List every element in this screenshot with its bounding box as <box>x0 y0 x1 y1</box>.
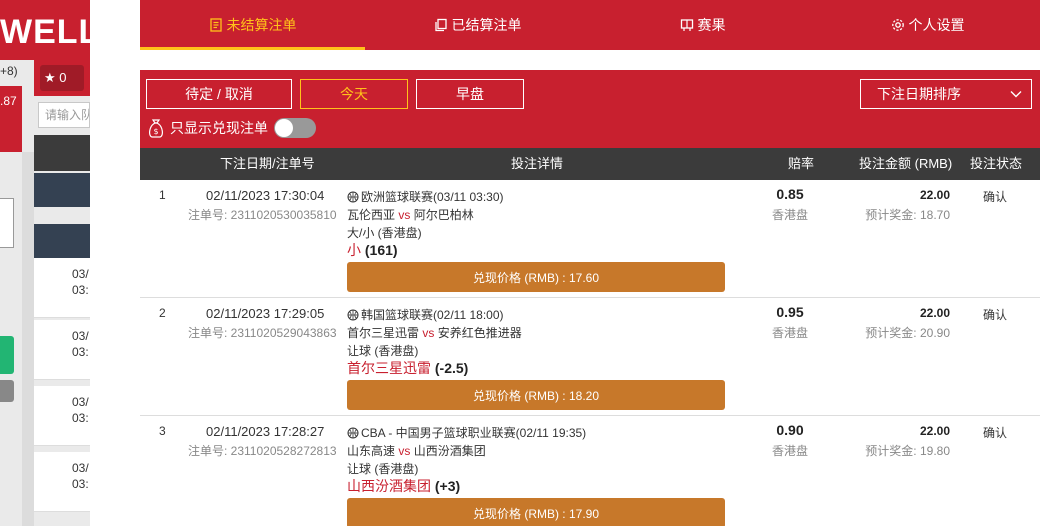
basketball-icon <box>347 427 359 438</box>
chevron-down-icon <box>1010 91 1022 98</box>
bg-green-button[interactable] <box>0 336 14 374</box>
bet-index: 1 <box>159 188 166 202</box>
bg-section-header[interactable]: ⌄ <box>34 224 90 258</box>
bet-filter-bar: 待定 / 取消 今天 早盘 下注日期排序 $ 只显示兑现注单 <box>140 70 1040 148</box>
favorites-button[interactable]: ★ 0 <box>40 65 84 91</box>
bg-match-row[interactable]: 03/03: <box>34 452 90 512</box>
bet-row: 1 02/11/2023 17:30:04 注单号: 2311020530035… <box>140 180 1040 298</box>
odds-type: 香港盘 <box>771 208 808 222</box>
league-name: 韩国篮球联赛(02/11 18:00) <box>347 306 504 323</box>
bet-odds: 0.85 <box>776 186 804 202</box>
my-bets-panel: 未结算注单 已结算注单 赛果 个人设置 待定 / 取消 今天 早盘 下注日期排序… <box>90 0 1046 526</box>
odds-type: 香港盘 <box>771 326 808 340</box>
site-logo: WELL <box>0 0 90 60</box>
settled-stack-icon <box>434 18 447 32</box>
bet-id: 注单号: 2311020528272813 <box>188 444 337 458</box>
toggle-knob <box>275 119 293 137</box>
bet-market: 大/小 (香港盘) <box>347 226 422 240</box>
estimated-payout: 预计奖金: 20.90 <box>865 326 950 340</box>
bg-match-row[interactable]: 03/03: <box>34 320 90 380</box>
column-stake: 投注金额 (RMB) <box>859 156 953 171</box>
sort-order-select[interactable]: 下注日期排序 <box>860 79 1032 109</box>
cashout-button[interactable]: 兑现价格 (RMB) : 18.20 <box>347 380 725 410</box>
estimated-payout: 预计奖金: 19.80 <box>865 444 950 458</box>
cashout-button[interactable]: 兑现价格 (RMB) : 17.60 <box>347 262 725 292</box>
bet-status: 确认 <box>982 308 1007 322</box>
column-odds: 赔率 <box>788 156 815 171</box>
bet-stake: 22.00 <box>919 424 950 438</box>
bet-id: 注单号: 2311020529043863 <box>188 326 337 340</box>
bet-selection: 小 (161) <box>347 242 398 258</box>
match-teams: 首尔三星迅雷 vs 安养红色推进器 <box>347 326 522 340</box>
column-status: 投注状态 <box>970 156 1023 171</box>
tab-results[interactable]: 赛果 <box>590 0 815 50</box>
today-filter-button[interactable]: 今天 <box>300 79 408 109</box>
favorites-count: 0 <box>59 70 67 85</box>
basketball-icon <box>347 191 359 202</box>
bg-odds-strip: .87 <box>0 86 22 152</box>
money-bag-icon: $ <box>149 119 163 138</box>
bet-selection: 山西汾酒集团 (+3) <box>347 478 461 494</box>
bet-index: 2 <box>159 306 166 320</box>
bg-match-row[interactable]: 03/03: <box>34 258 90 318</box>
bet-datetime: 02/11/2023 17:29:05 <box>206 306 325 321</box>
bet-row: 2 02/11/2023 17:29:05 注单号: 2311020529043… <box>140 298 1040 416</box>
bg-panel-edge <box>0 198 14 248</box>
bg-column <box>22 152 34 526</box>
bet-odds: 0.95 <box>776 304 804 320</box>
bet-index: 3 <box>159 424 166 438</box>
cashout-only-filter: $ 只显示兑现注单 <box>146 116 316 140</box>
star-icon: ★ <box>44 70 56 85</box>
column-bet-details: 投注详情 <box>511 156 564 171</box>
tab-settled-bets[interactable]: 已结算注单 <box>365 0 590 50</box>
match-teams: 瓦伦西亚 vs 阿尔巴柏林 <box>347 208 474 222</box>
svg-text:$: $ <box>153 127 158 136</box>
bg-grey-button[interactable] <box>0 380 14 402</box>
cashout-only-label: 只显示兑现注单 <box>170 120 268 136</box>
document-list-icon <box>209 18 222 32</box>
bet-row: 3 02/11/2023 17:28:27 注单号: 2311020528272… <box>140 416 1040 526</box>
cashout-button[interactable]: 兑现价格 (RMB) : 17.90 <box>347 498 725 526</box>
estimated-payout: 预计奖金: 18.70 <box>865 208 950 222</box>
cashout-only-toggle[interactable] <box>274 118 316 138</box>
background-page: WELL +8) .87 ★ 0 请输入队 ⌄ ⌄ ⌄ 03/03: 03/03… <box>0 0 90 526</box>
bet-market: 让球 (香港盘) <box>347 344 419 358</box>
bet-id: 注单号: 2311020530035810 <box>188 208 337 222</box>
gear-icon <box>891 19 904 31</box>
bet-datetime: 02/11/2023 17:28:27 <box>206 424 325 439</box>
early-filter-button[interactable]: 早盘 <box>416 79 524 109</box>
bet-status: 确认 <box>982 426 1007 440</box>
bet-stake: 22.00 <box>919 306 950 320</box>
match-teams: 山东高速 vs 山西汾酒集团 <box>347 444 486 458</box>
league-name: 欧洲篮球联赛(03/11 03:30) <box>347 188 504 205</box>
bg-match-row[interactable]: 03/03: <box>34 386 90 446</box>
bets-tab-bar: 未结算注单 已结算注单 赛果 个人设置 <box>140 0 1040 50</box>
sort-order-value: 下注日期排序 <box>877 86 961 102</box>
bg-odds-hint: +8) <box>0 64 18 78</box>
bg-section-header[interactable]: ⌄ <box>34 173 90 207</box>
league-name: CBA - 中国男子篮球职业联赛(02/11 19:35) <box>347 424 586 441</box>
column-date-id: 下注日期/注单号 <box>220 156 315 171</box>
bets-table-header: 下注日期/注单号 投注详情 赔率 投注金额 (RMB) 投注状态 <box>140 148 1040 180</box>
bet-status: 确认 <box>982 190 1007 204</box>
bet-datetime: 02/11/2023 17:30:04 <box>206 188 325 203</box>
odds-type: 香港盘 <box>771 444 808 458</box>
bg-section-header[interactable]: ⌄ <box>34 135 90 171</box>
bet-odds: 0.90 <box>776 422 804 438</box>
bet-stake: 22.00 <box>919 188 950 202</box>
scoreboard-icon <box>680 19 693 31</box>
team-search-input[interactable]: 请输入队 <box>38 102 90 128</box>
tab-unsettled-bets[interactable]: 未结算注单 <box>140 0 365 50</box>
basketball-icon <box>347 309 359 320</box>
tab-personal-settings[interactable]: 个人设置 <box>815 0 1040 50</box>
pending-cancel-filter-button[interactable]: 待定 / 取消 <box>146 79 292 109</box>
bet-selection: 首尔三星迅雷 (-2.5) <box>347 360 469 376</box>
bet-market: 让球 (香港盘) <box>347 462 419 476</box>
